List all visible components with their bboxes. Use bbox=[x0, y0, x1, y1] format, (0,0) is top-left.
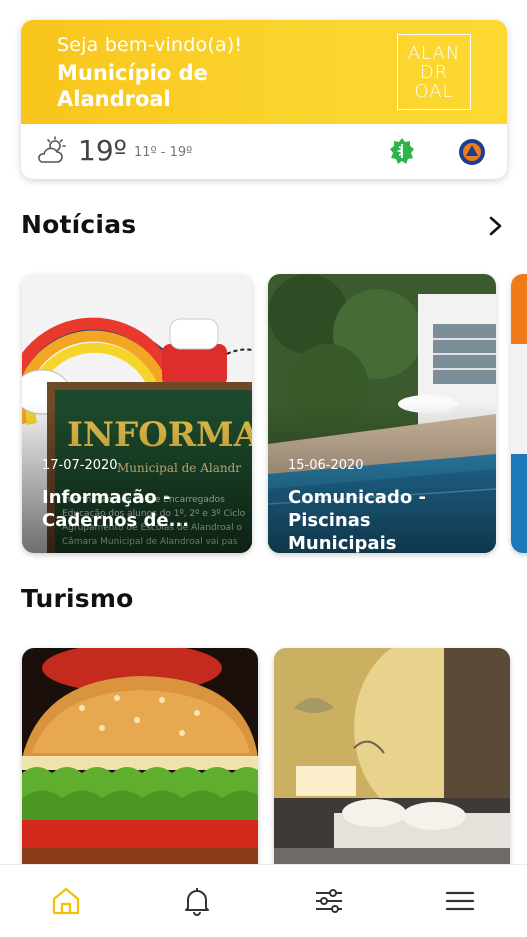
municipality-name: Município de Alandroal bbox=[57, 61, 208, 111]
news-section-title: Notícias bbox=[21, 210, 137, 239]
bottom-navigation bbox=[0, 864, 527, 937]
news-date: 15-06-2020 bbox=[288, 458, 364, 473]
welcome-banner: Seja bem-vindo(a)! Município de Alandroa… bbox=[21, 20, 507, 124]
news-image-partial bbox=[511, 274, 527, 553]
news-card[interactable]: 15-06-2020 Comunicado - Piscinas Municip… bbox=[268, 274, 496, 553]
temperature-range: 11º - 19º bbox=[134, 145, 193, 160]
menu-icon[interactable] bbox=[444, 885, 476, 917]
news-title: Comunicado - Piscinas Municipais bbox=[288, 487, 426, 553]
filters-icon[interactable] bbox=[313, 885, 345, 917]
tourism-section-title: Turismo bbox=[21, 584, 134, 613]
welcome-text: Seja bem-vindo(a)! bbox=[57, 34, 243, 56]
alandroal-logo: ALAN DR OAL bbox=[397, 34, 471, 110]
chevron-right-icon[interactable] bbox=[486, 214, 506, 238]
logo-line-1: ALAN bbox=[407, 42, 461, 64]
tourism-card[interactable] bbox=[274, 648, 510, 888]
burger-image bbox=[22, 648, 258, 888]
news-card-partial[interactable] bbox=[511, 274, 527, 553]
logo-line-3: OAL bbox=[414, 80, 454, 102]
news-card[interactable]: INFORMAÇÃ Municipal de Alandr Informação… bbox=[22, 274, 252, 553]
news-title: Informação - Cadernos de... bbox=[42, 487, 190, 531]
partly-cloudy-icon bbox=[38, 136, 66, 163]
tourism-card[interactable] bbox=[22, 648, 258, 888]
weather-bar: 19º 11º - 19º bbox=[21, 124, 507, 179]
news-date: 17-07-2020 bbox=[42, 458, 118, 473]
logo-line-2: DR bbox=[419, 61, 449, 83]
bell-icon[interactable] bbox=[181, 885, 213, 917]
health-service-icon[interactable] bbox=[389, 137, 415, 165]
temperature: 19º bbox=[78, 134, 127, 167]
civil-protection-icon[interactable] bbox=[458, 138, 486, 166]
hotel-room-image bbox=[274, 648, 510, 888]
welcome-card: Seja bem-vindo(a)! Município de Alandroa… bbox=[21, 20, 507, 179]
home-icon[interactable] bbox=[50, 885, 82, 917]
